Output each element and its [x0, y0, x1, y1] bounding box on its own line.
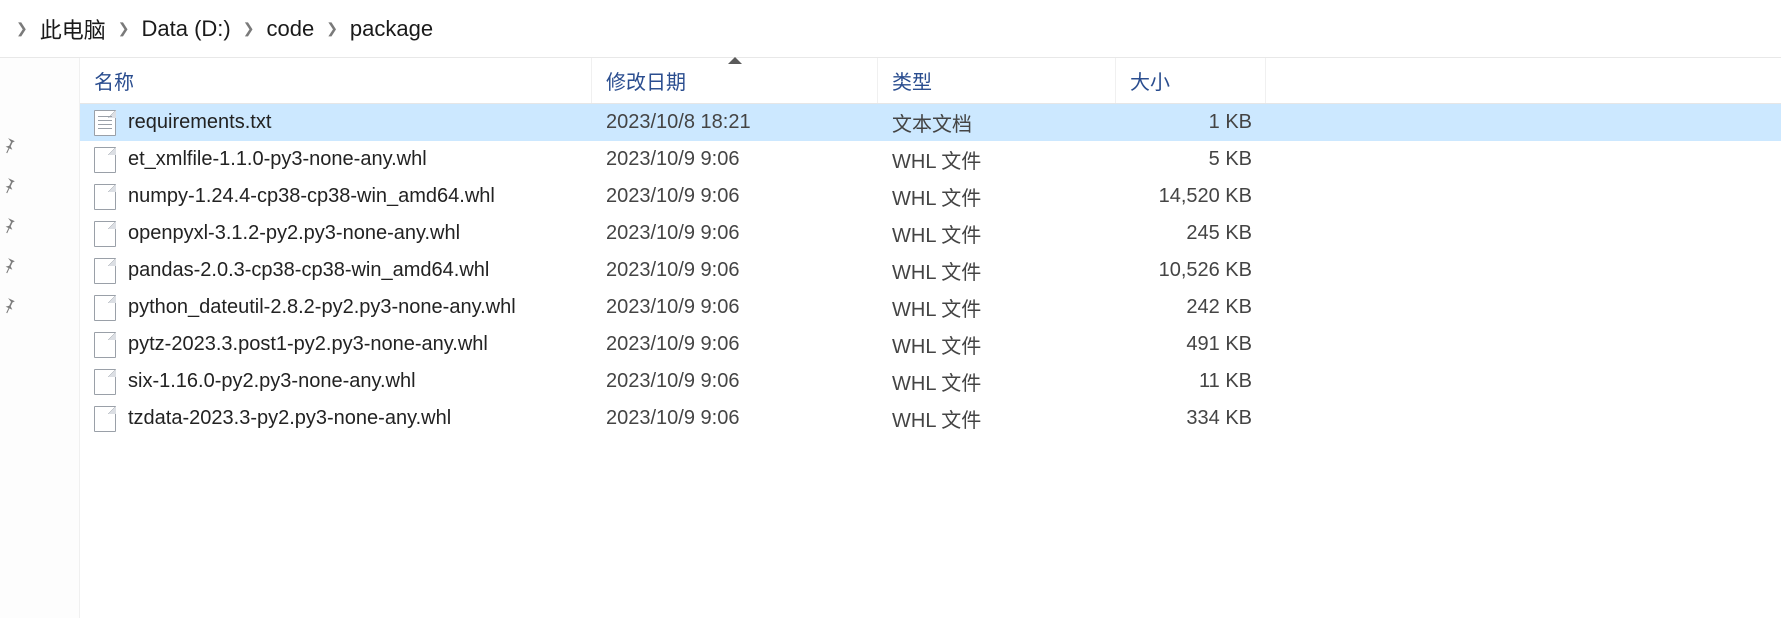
file-name-cell: numpy-1.24.4-cp38-cp38-win_amd64.whl — [80, 184, 592, 210]
file-icon — [94, 295, 116, 321]
pin-icon — [0, 176, 79, 194]
file-type: WHL 文件 — [878, 219, 1116, 248]
file-name: pandas-2.0.3-cp38-cp38-win_amd64.whl — [128, 259, 489, 282]
file-size: 5 KB — [1116, 148, 1266, 171]
file-name: python_dateutil-2.8.2-py2.py3-none-any.w… — [128, 296, 516, 319]
file-icon — [94, 221, 116, 247]
breadcrumb-item[interactable]: code — [264, 16, 316, 42]
file-name: tzdata-2023.3-py2.py3-none-any.whl — [128, 407, 451, 430]
file-icon — [94, 258, 116, 284]
file-name: numpy-1.24.4-cp38-cp38-win_amd64.whl — [128, 185, 495, 208]
file-date: 2023/10/9 9:06 — [592, 370, 878, 393]
file-name-cell: openpyxl-3.1.2-py2.py3-none-any.whl — [80, 221, 592, 247]
file-name: et_xmlfile-1.1.0-py3-none-any.whl — [128, 148, 427, 171]
pin-icon — [0, 256, 79, 274]
file-list: 名称 修改日期 类型 大小 requirements.txt 2023/10/8 … — [80, 58, 1781, 618]
file-row[interactable]: tzdata-2023.3-py2.py3-none-any.whl 2023/1… — [80, 400, 1781, 437]
file-date: 2023/10/8 18:21 — [592, 111, 878, 134]
pin-icon — [0, 136, 79, 154]
column-header-label: 类型 — [892, 66, 932, 95]
file-name: openpyxl-3.1.2-py2.py3-none-any.whl — [128, 222, 460, 245]
file-name-cell: python_dateutil-2.8.2-py2.py3-none-any.w… — [80, 295, 592, 321]
file-row[interactable]: openpyxl-3.1.2-py2.py3-none-any.whl 2023/… — [80, 215, 1781, 252]
text-file-icon — [94, 110, 116, 136]
file-size: 242 KB — [1116, 296, 1266, 319]
file-name-cell: six-1.16.0-py2.py3-none-any.whl — [80, 369, 592, 395]
file-icon — [94, 406, 116, 432]
file-name-cell: pytz-2023.3.post1-py2.py3-none-any.whl — [80, 332, 592, 358]
file-date: 2023/10/9 9:06 — [592, 259, 878, 282]
file-type: 文本文档 — [878, 108, 1116, 137]
file-type: WHL 文件 — [878, 256, 1116, 285]
file-size: 1 KB — [1116, 111, 1266, 134]
file-name: requirements.txt — [128, 111, 271, 134]
chevron-right-icon: ❯ — [316, 20, 348, 37]
file-icon — [94, 184, 116, 210]
chevron-right-icon: ❯ — [6, 20, 38, 37]
file-size: 245 KB — [1116, 222, 1266, 245]
file-type: WHL 文件 — [878, 330, 1116, 359]
file-type: WHL 文件 — [878, 293, 1116, 322]
file-name: pytz-2023.3.post1-py2.py3-none-any.whl — [128, 333, 488, 356]
file-row[interactable]: python_dateutil-2.8.2-py2.py3-none-any.w… — [80, 289, 1781, 326]
pin-icon — [0, 216, 79, 234]
file-type: WHL 文件 — [878, 367, 1116, 396]
file-date: 2023/10/9 9:06 — [592, 185, 878, 208]
column-header-date[interactable]: 修改日期 — [592, 58, 878, 103]
breadcrumb-item[interactable]: 此电脑 — [38, 13, 108, 45]
file-size: 11 KB — [1116, 370, 1266, 393]
pin-icon — [0, 296, 79, 314]
file-name-cell: pandas-2.0.3-cp38-cp38-win_amd64.whl — [80, 258, 592, 284]
file-row[interactable]: et_xmlfile-1.1.0-py3-none-any.whl 2023/10… — [80, 141, 1781, 178]
column-header-label: 大小 — [1130, 66, 1170, 95]
file-date: 2023/10/9 9:06 — [592, 148, 878, 171]
file-icon — [94, 369, 116, 395]
column-header-name[interactable]: 名称 — [80, 58, 592, 103]
file-type: WHL 文件 — [878, 404, 1116, 433]
column-header-size[interactable]: 大小 — [1116, 58, 1266, 103]
file-row[interactable]: pandas-2.0.3-cp38-cp38-win_amd64.whl 2023… — [80, 252, 1781, 289]
file-name-cell: tzdata-2023.3-py2.py3-none-any.whl — [80, 406, 592, 432]
file-name-cell: et_xmlfile-1.1.0-py3-none-any.whl — [80, 147, 592, 173]
chevron-right-icon: ❯ — [108, 20, 140, 37]
file-type: WHL 文件 — [878, 145, 1116, 174]
file-date: 2023/10/9 9:06 — [592, 222, 878, 245]
file-icon — [94, 147, 116, 173]
column-headers: 名称 修改日期 类型 大小 — [80, 58, 1781, 104]
file-date: 2023/10/9 9:06 — [592, 407, 878, 430]
chevron-right-icon: ❯ — [233, 20, 265, 37]
file-name-cell: requirements.txt — [80, 110, 592, 136]
breadcrumb-item[interactable]: Data (D:) — [139, 16, 232, 42]
file-date: 2023/10/9 9:06 — [592, 333, 878, 356]
file-row[interactable]: numpy-1.24.4-cp38-cp38-win_amd64.whl 2023… — [80, 178, 1781, 215]
file-name: six-1.16.0-py2.py3-none-any.whl — [128, 370, 416, 393]
file-row[interactable]: pytz-2023.3.post1-py2.py3-none-any.whl 20… — [80, 326, 1781, 363]
file-row[interactable]: requirements.txt 2023/10/8 18:21文本文档1 KB — [80, 104, 1781, 141]
file-rows: requirements.txt 2023/10/8 18:21文本文档1 KB e… — [80, 104, 1781, 437]
file-icon — [94, 332, 116, 358]
breadcrumb[interactable]: ❯ 此电脑 ❯ Data (D:) ❯ code ❯ package — [0, 0, 1781, 58]
file-size: 334 KB — [1116, 407, 1266, 430]
file-size: 491 KB — [1116, 333, 1266, 356]
file-size: 14,520 KB — [1116, 185, 1266, 208]
main-area: 名称 修改日期 类型 大小 requirements.txt 2023/10/8 … — [0, 58, 1781, 618]
column-header-label: 名称 — [94, 66, 134, 95]
column-header-label: 修改日期 — [606, 66, 686, 95]
file-row[interactable]: six-1.16.0-py2.py3-none-any.whl 2023/10/9… — [80, 363, 1781, 400]
column-header-type[interactable]: 类型 — [878, 58, 1116, 103]
file-size: 10,526 KB — [1116, 259, 1266, 282]
breadcrumb-item[interactable]: package — [348, 16, 435, 42]
file-type: WHL 文件 — [878, 182, 1116, 211]
quick-access-sidebar — [0, 58, 80, 618]
file-date: 2023/10/9 9:06 — [592, 296, 878, 319]
